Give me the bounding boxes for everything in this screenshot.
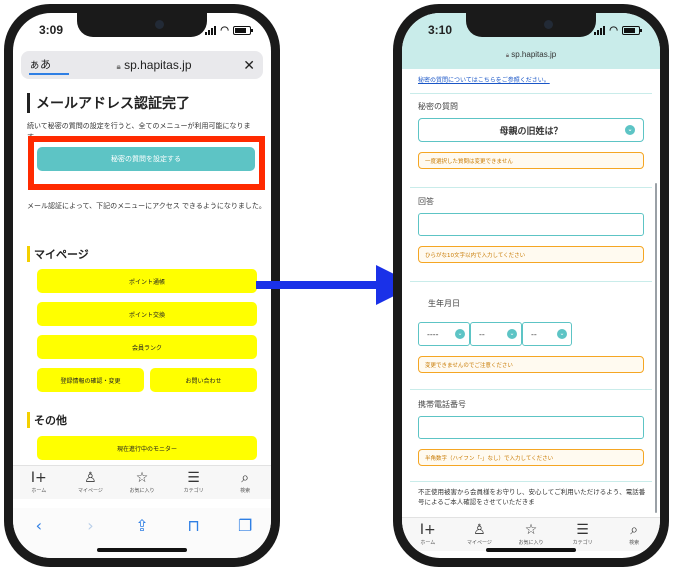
birthday-note: 変更できませんのでご注意ください — [418, 356, 644, 373]
camera-icon — [544, 20, 553, 29]
footer-text: 不正使用被害から会員様をお守りし、安心してご利用いただけるよう、電話番号によるご… — [418, 488, 646, 506]
home-indicator — [97, 548, 187, 552]
search-icon: ⌕ — [241, 470, 250, 486]
notch — [77, 13, 207, 37]
status-time: 3:10 — [428, 23, 453, 37]
point-passbook-button[interactable]: ポイント通帳 — [37, 269, 257, 293]
birth-month-select[interactable]: -- ⌄ — [470, 322, 522, 346]
notch — [466, 13, 596, 37]
tab-home[interactable]: I+ ホーム — [408, 523, 448, 546]
person-icon: ♙ — [473, 522, 486, 538]
chevron-down-icon: ⌄ — [625, 125, 635, 135]
divider — [410, 389, 652, 390]
url-domain: 🔒︎ sp.hapitas.jp — [116, 58, 192, 72]
answer-note: ひらがな10文字以内で入力してください — [418, 246, 644, 263]
divider — [410, 481, 652, 482]
birth-year-select[interactable]: ---- ⌄ — [418, 322, 470, 346]
star-icon: ☆ — [524, 522, 538, 538]
page-content: メールアドレス認証完了 続いて秘密の質問の設定を行うと、全てのメニューが利用可能… — [27, 87, 259, 143]
secret-question-select[interactable]: 母親の旧姓は？ ⌄ — [418, 118, 644, 142]
tab-category[interactable]: ☰ カテゴリ — [563, 523, 603, 546]
signal-icon — [205, 25, 217, 35]
registration-info-button[interactable]: 登録情報の確認・変更 — [37, 368, 144, 392]
tab-home[interactable]: I+ ホーム — [19, 471, 59, 494]
tab-category[interactable]: ☰ カテゴリ — [174, 471, 214, 494]
divider — [410, 187, 652, 188]
search-icon: ⌕ — [630, 522, 639, 538]
lock-icon: 🔒︎ — [116, 62, 121, 71]
home-indicator — [486, 548, 576, 552]
url-bar[interactable]: ぁあ 🔒︎ sp.hapitas.jp ✕ — [21, 51, 263, 79]
right-screen: 3:10 ◠ 🔒︎ sp.hapitas.jp 秘密の質問についてはこちらをご参… — [402, 13, 660, 558]
site-tab-bar: I+ ホーム ♙ マイページ ☆ お気に入り ☰ カテゴリ ⌕ 検索 — [13, 465, 271, 499]
birthday-label: 生年月日 — [428, 299, 460, 308]
status-icons: ◠ — [594, 24, 642, 36]
tab-favorites[interactable]: ☆ お気に入り — [511, 523, 551, 546]
url-domain[interactable]: 🔒︎ sp.hapitas.jp — [402, 50, 660, 60]
divider — [410, 281, 652, 282]
contact-button[interactable]: お問い合わせ — [150, 368, 257, 392]
left-phone: 3:09 ◠ ぁあ 🔒︎ sp.hapitas.jp ✕ メールアドレス認証完了… — [4, 4, 280, 567]
person-icon: ♙ — [84, 470, 97, 486]
answer-label: 回答 — [418, 197, 434, 206]
status-time: 3:09 — [39, 23, 64, 37]
highlight-box — [28, 136, 265, 190]
phone-note: 半角数字（ハイフン「-」なし）で入力してください — [418, 449, 644, 466]
birth-day-select[interactable]: -- ⌄ — [522, 322, 572, 346]
right-phone: 3:10 ◠ 🔒︎ sp.hapitas.jp 秘密の質問についてはこちらをご参… — [393, 4, 669, 567]
page-title: メールアドレス認証完了 — [27, 93, 259, 113]
status-icons: ◠ — [205, 24, 253, 36]
access-text: メール認証によって、下記のメニューにアクセス できるようになりました。 — [27, 202, 266, 210]
tabs-icon[interactable]: ❐ — [230, 516, 260, 558]
secret-question-label: 秘密の質問 — [418, 102, 458, 111]
arrow-shaft — [256, 281, 376, 289]
list-icon: ☰ — [576, 522, 589, 538]
other-heading: その他 — [27, 412, 67, 428]
tab-search[interactable]: ⌕ 検索 — [614, 523, 654, 546]
chevron-down-icon: ⌄ — [507, 329, 517, 339]
tab-search[interactable]: ⌕ 検索 — [225, 471, 265, 494]
tab-favorites[interactable]: ☆ お気に入り — [122, 471, 162, 494]
camera-icon — [155, 20, 164, 29]
wifi-icon: ◠ — [220, 24, 229, 36]
question-note: 一度選択した質問は変更できません — [418, 152, 644, 169]
home-icon: I+ — [419, 522, 436, 538]
point-exchange-button[interactable]: ポイント交換 — [37, 302, 257, 326]
back-icon[interactable]: ‹ — [24, 516, 54, 558]
tab-mypage[interactable]: ♙ マイページ — [459, 523, 499, 546]
phone-label: 携帯電話番号 — [418, 400, 466, 409]
scroll-indicator[interactable] — [655, 183, 657, 513]
list-icon: ☰ — [187, 470, 200, 486]
battery-icon — [233, 25, 253, 35]
wifi-icon: ◠ — [609, 24, 618, 36]
home-icon: I+ — [30, 470, 47, 486]
chevron-down-icon: ⌄ — [557, 329, 567, 339]
mypage-heading: マイページ — [27, 246, 89, 262]
left-screen: 3:09 ◠ ぁあ 🔒︎ sp.hapitas.jp ✕ メールアドレス認証完了… — [13, 13, 271, 558]
site-tab-bar: I+ ホーム ♙ マイページ ☆ お気に入り ☰ カテゴリ ⌕ 検索 — [402, 517, 660, 551]
divider — [410, 93, 652, 94]
battery-icon — [622, 25, 642, 35]
close-icon[interactable]: ✕ — [239, 57, 255, 74]
tab-mypage[interactable]: ♙ マイページ — [70, 471, 110, 494]
signal-icon — [594, 25, 606, 35]
answer-input[interactable] — [418, 213, 644, 236]
member-rank-button[interactable]: 会員ランク — [37, 335, 257, 359]
text-size-button[interactable]: ぁあ — [29, 56, 69, 75]
chevron-down-icon: ⌄ — [455, 329, 465, 339]
secret-question-link[interactable]: 秘密の質問についてはこちらをご参照ください。 — [418, 75, 550, 84]
lock-icon: 🔒︎ — [505, 53, 510, 59]
star-icon: ☆ — [135, 470, 149, 486]
phone-input[interactable] — [418, 416, 644, 439]
current-monitor-button[interactable]: 現在進行中のモニター — [37, 436, 257, 460]
